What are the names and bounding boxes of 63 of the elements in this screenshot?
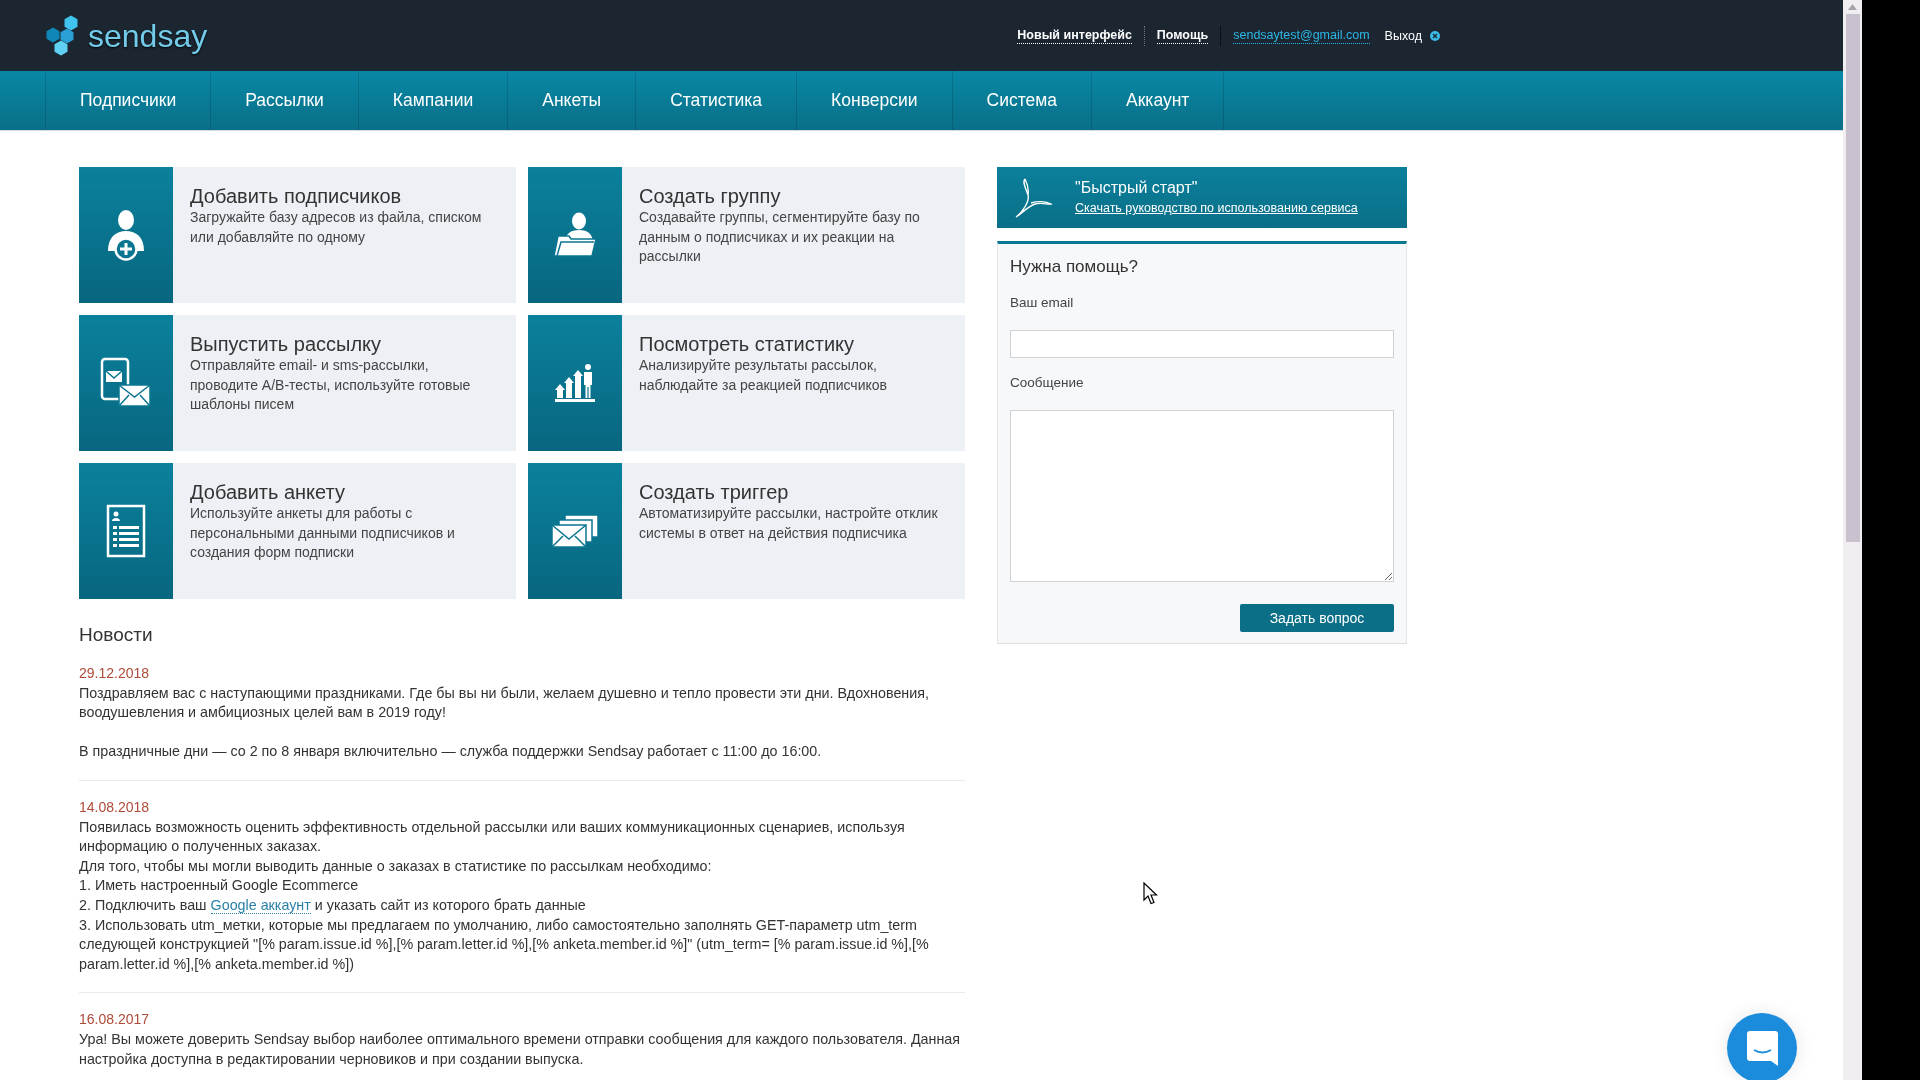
nav-tab[interactable]: Подписчики	[45, 71, 211, 130]
news-date: 29.12.2018	[79, 664, 151, 683]
nav-tab[interactable]: Конверсии	[796, 71, 952, 130]
header-link[interactable]: Новый интерфейс	[1017, 27, 1132, 44]
scroll-up-arrow-icon[interactable]	[1848, 4, 1857, 10]
news-link[interactable]: Google аккаунт	[210, 896, 311, 914]
action-tile[interactable]: Выпустить рассылку Отправляйте email- и sms-рассылки, проводите A/B-тесты, используйте готовые шаблоны писем	[79, 315, 516, 451]
field-label: Ваш email	[1010, 294, 1074, 312]
guide-download-link[interactable]: Скачать руководство по использованию сервиса	[1075, 201, 1358, 216]
banner-title: "Быстрый старт"	[1075, 179, 1198, 197]
action-tile[interactable]: Добавить подписчиков Загружайте базу адресов из файла, списком или добавляйте по одному	[79, 167, 516, 303]
tile-title: Добавить анкету	[190, 480, 345, 504]
tile-description: Используйте анкеты для работы с персональными данными подписчиков и создания форм подписки	[190, 504, 456, 563]
tile-title: Создать триггер	[639, 480, 789, 504]
news-text: В праздничные дни — со 2 по 8 января включительно — служба поддержки Sendsay работает с 11:00 до 16:00.	[79, 742, 823, 762]
chat-bubble-icon	[1745, 1029, 1779, 1067]
action-tile[interactable]: Создать триггер Автоматизируйте рассылки, настройте отклик системы в ответ на действия подписчика	[528, 463, 965, 599]
action-tile[interactable]: Добавить анкету Используйте анкеты для работы с персональными данными подписчиков и создания форм подписки	[79, 463, 516, 599]
news-text: Для того, чтобы мы могли выводить данные о заказах в статистике по рассылкам необходимо:	[79, 856, 713, 876]
news-text: Поздравляем вас с наступающими праздниками. Где бы вы ни были, желаем душевно и тепло провести эти дни. Вдохновения, воодушевления и амбициозных целей вам в 2019 году!	[79, 683, 930, 723]
field-label: Сообщение	[1010, 374, 1084, 392]
account-email-link[interactable]: sendsaytest@gmail.com	[1233, 27, 1370, 44]
nav-tab[interactable]: Кампании	[357, 71, 508, 130]
close-circle-icon	[1430, 30, 1440, 41]
news-text: Ура! Вы можете доверить Sendsay выбор наиболее оптимального времени отправки сообщения для каждого пользователя. Данная настройка доступна в редактировании черновиков и при создании выпуска.	[79, 1029, 962, 1069]
envelope-tablet-icon	[100, 357, 152, 409]
form-document-icon	[106, 504, 146, 558]
nav-tab[interactable]: Анкеты	[507, 71, 636, 130]
header-link[interactable]: Помощь	[1156, 27, 1209, 44]
nav-tab[interactable]: Аккаунт	[1091, 71, 1225, 130]
news-text: Появилась возможность оценить эффективность отдельной рассылки или ваших коммуникационных сценариев, используя информацию о полученных заказах.	[79, 817, 906, 857]
tile-description: Автоматизируйте рассылки, настройте отклик системы в ответ на действия подписчика	[639, 504, 939, 543]
tile-description: Отправляйте email- и sms-рассылки, проводите A/B-тесты, используйте готовые шаблоны писем	[190, 356, 472, 415]
action-tile[interactable]: Посмотреть статистику Анализируйте результаты рассылок, наблюдайте за реакцией подписчиков	[528, 315, 965, 451]
tile-description: Создавайте группы, сегментируйте базу по данным о подписчиках и их реакции на рассылки	[639, 208, 921, 267]
news-heading: Новости	[79, 623, 154, 647]
tile-title: Создать группу	[639, 184, 781, 208]
nav-tab[interactable]: Рассылки	[210, 71, 358, 130]
logo-text: sendsay	[88, 17, 208, 54]
ask-question-button[interactable]: Задать вопрос	[1240, 604, 1394, 632]
tile-title: Выпустить рассылку	[190, 332, 382, 356]
person-folder-icon	[552, 212, 598, 258]
scrollbar-thumb[interactable]	[1845, 14, 1860, 542]
news-text: 2. Подключить ваш Google аккаунт и указать сайт из которого брать данные	[79, 895, 587, 916]
envelopes-icon	[550, 513, 600, 549]
pdf-icon	[1013, 176, 1053, 219]
news-date: 16.08.2017	[79, 1010, 151, 1030]
logout-link[interactable]: Выход	[1384, 27, 1440, 44]
growth-chart-icon	[554, 363, 596, 403]
news-text: 3. Использовать utm_метки, которые мы предлагаем по умолчанию, либо самостоятельно заполнять GET-параметр utm_term следующей конструкцией "[% param.issue.id %],[% param.letter.id %],[% anketa.member.id %]" (utm_term= [% param.issue.id %],[% param.letter.id %],[% anketa.member.id %])	[79, 915, 930, 974]
news-text: 1. Иметь настроенный Google Ecommerce	[79, 876, 360, 896]
email-field[interactable]	[1010, 330, 1394, 358]
mouse-cursor-icon	[1143, 882, 1158, 905]
nav-tab[interactable]: Статистика	[635, 71, 797, 130]
news-date: 14.08.2018	[79, 797, 151, 817]
help-title: Нужна помощь?	[1010, 256, 1138, 278]
tile-description: Анализируйте результаты рассылок, наблюдайте за реакцией подписчиков	[639, 356, 888, 395]
message-field[interactable]	[1010, 410, 1394, 582]
tile-title: Добавить подписчиков	[190, 184, 402, 208]
action-tile[interactable]: Создать группу Создавайте группы, сегментируйте базу по данным о подписчиках и их реакции на рассылки	[528, 167, 965, 303]
tile-title: Посмотреть статистику	[639, 332, 855, 356]
tile-description: Загружайте базу адресов из файла, списком или добавляйте по одному	[190, 208, 483, 247]
nav-tab[interactable]: Система	[951, 71, 1092, 130]
